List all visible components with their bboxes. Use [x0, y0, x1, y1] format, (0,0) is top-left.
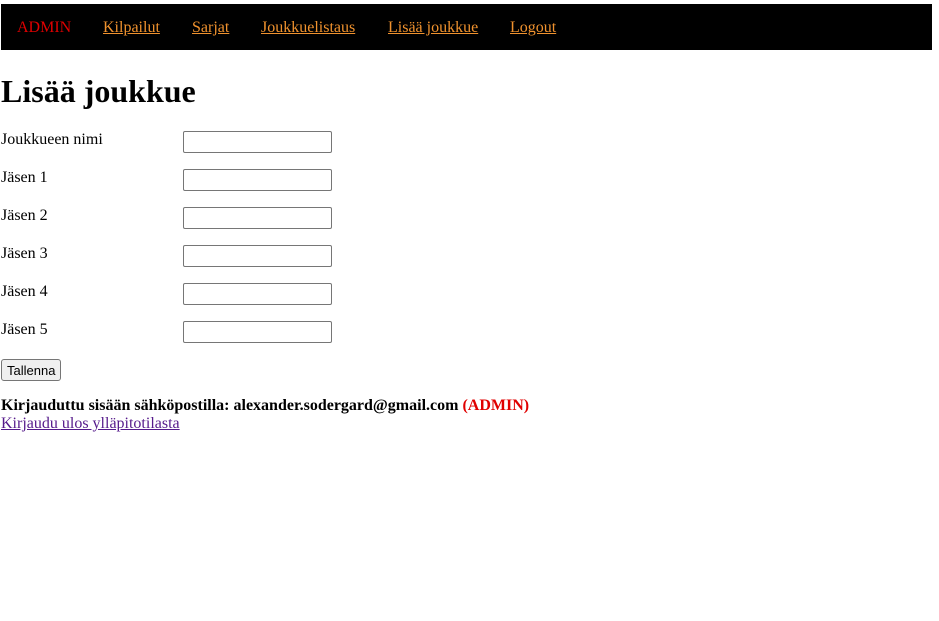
member-3-input[interactable] [183, 245, 332, 267]
team-name-label: Joukkueen nimi [1, 131, 103, 148]
nav-link-sarjat[interactable]: Sarjat [192, 19, 229, 37]
member-1-label: Jäsen 1 [1, 169, 48, 186]
member-2-label: Jäsen 2 [1, 207, 48, 224]
page-title: Lisää joukkue [1, 73, 196, 109]
save-button[interactable]: Tallenna [1, 359, 62, 381]
member-5-input[interactable] [183, 321, 332, 343]
member-4-input[interactable] [183, 283, 332, 305]
nav-link-logout[interactable]: Logout [510, 19, 556, 37]
member-4-label: Jäsen 4 [1, 283, 48, 300]
nav-link-kilpailut[interactable]: Kilpailut [103, 19, 160, 37]
nav-link-joukkuelistaus[interactable]: Joukkuelistaus [261, 19, 355, 37]
member-2-input[interactable] [183, 207, 332, 229]
logout-admin-link[interactable]: Kirjaudu ulos ylläpitotilasta [1, 415, 180, 433]
nav-link-lisaa-joukkue[interactable]: Lisää joukkue [388, 19, 478, 37]
nav-brand: ADMIN [17, 19, 72, 36]
team-name-input[interactable] [183, 131, 332, 153]
member-3-label: Jäsen 3 [1, 245, 48, 262]
member-1-input[interactable] [183, 169, 332, 191]
admin-role-badge: (ADMIN) [462, 397, 530, 414]
login-status: Kirjauduttu sisään sähköpostilla: alexan… [1, 397, 529, 415]
member-5-label: Jäsen 5 [1, 321, 48, 338]
top-navbar: ADMIN Kilpailut Sarjat Joukkuelistaus Li… [1, 4, 932, 50]
login-status-text: Kirjauduttu sisään sähköpostilla: alexan… [1, 397, 459, 414]
